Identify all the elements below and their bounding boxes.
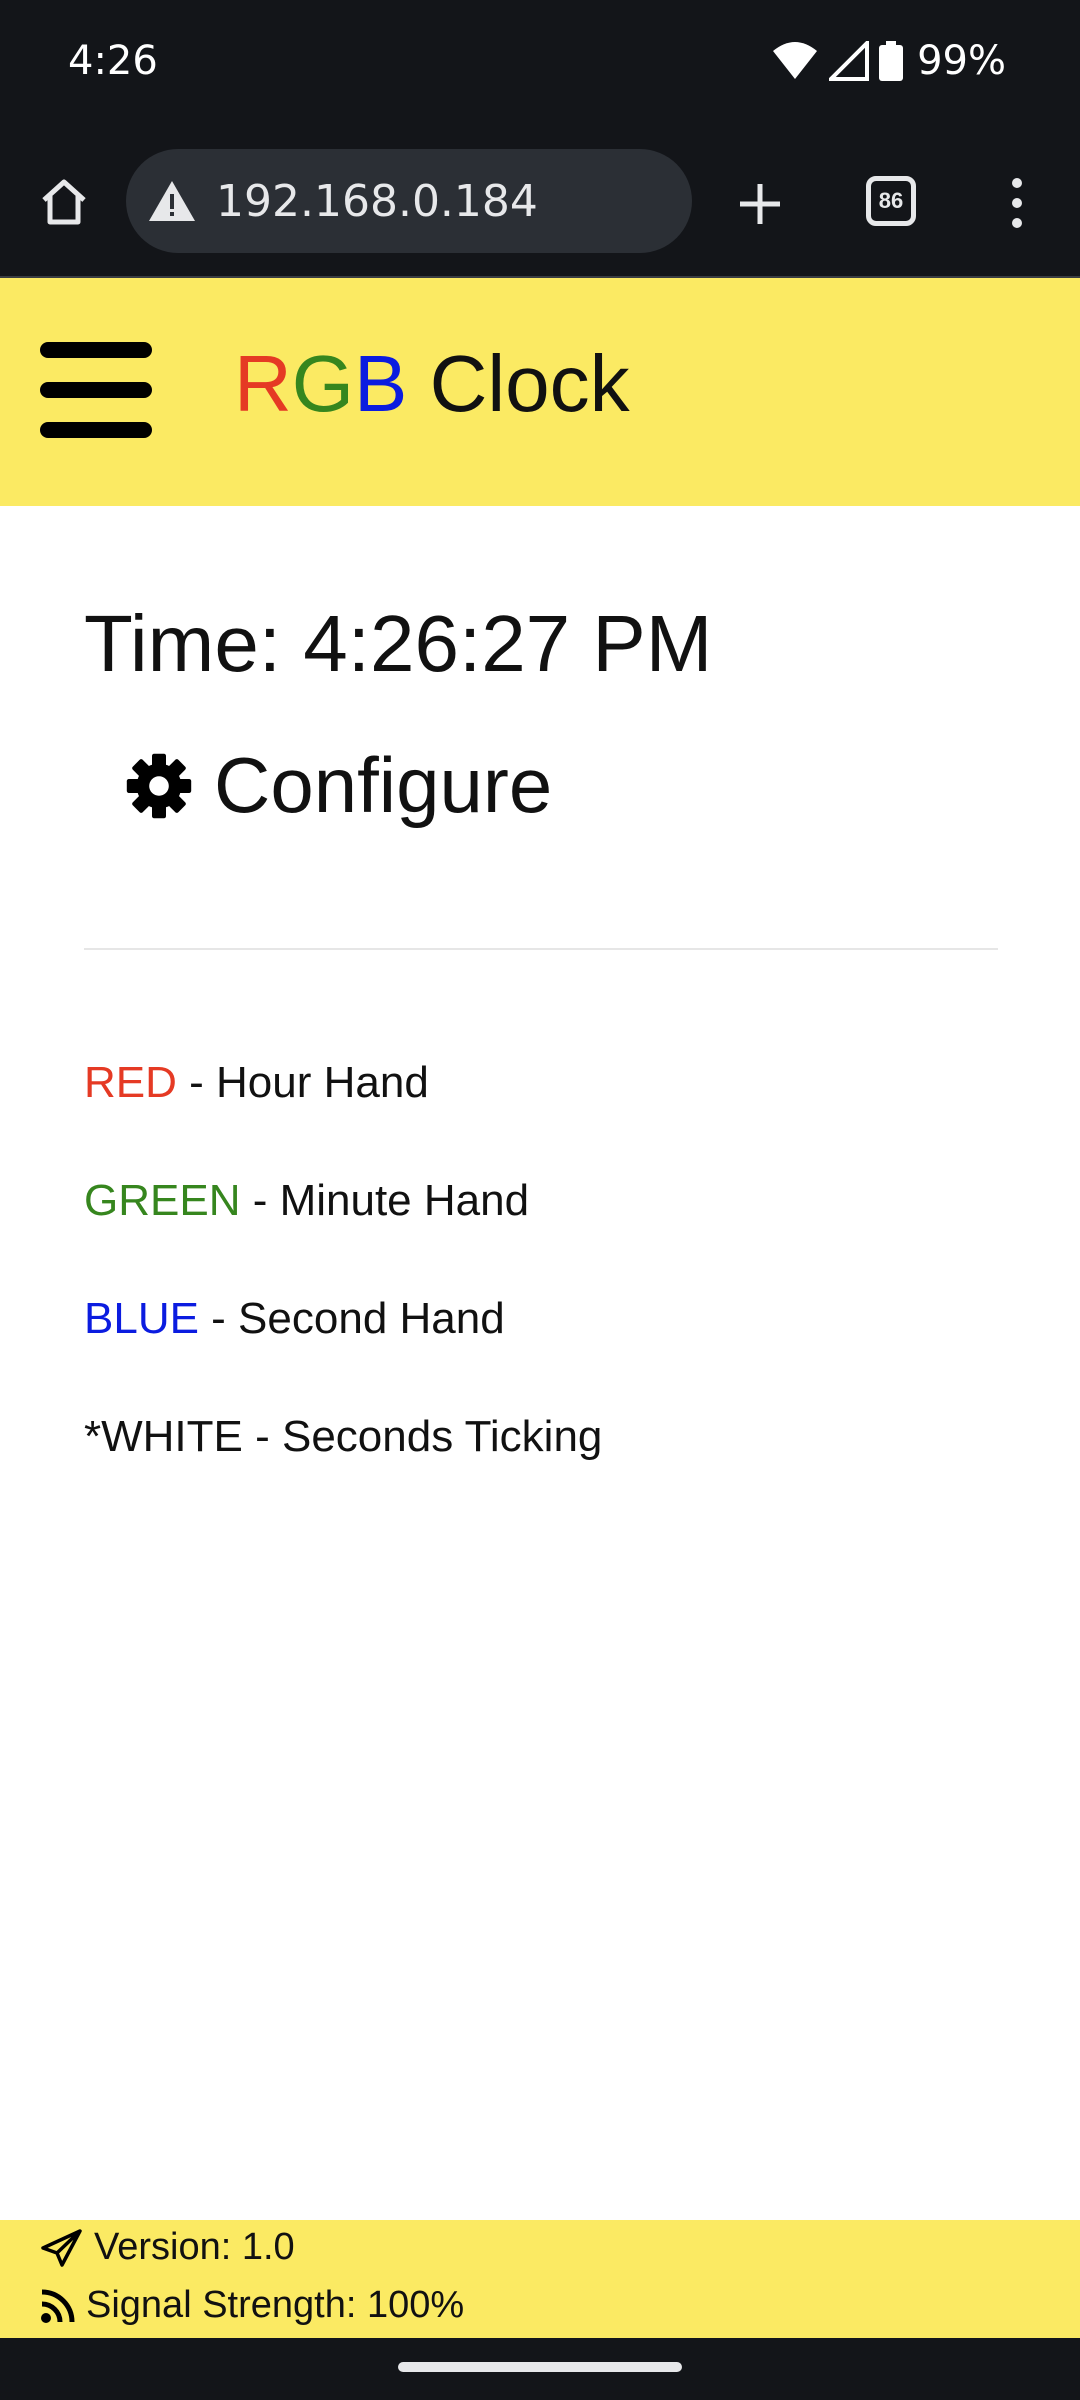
home-button[interactable] — [32, 170, 96, 234]
legend-color-word: RED — [84, 1058, 177, 1107]
url-text: 192.168.0.184 — [216, 175, 538, 227]
home-icon — [42, 179, 86, 225]
battery-icon — [879, 41, 904, 81]
legend-color-word: BLUE — [84, 1294, 199, 1343]
legend-item-green: GREEN - Minute Hand — [84, 1176, 529, 1226]
current-time: Time: 4:26:27 PM — [84, 599, 713, 688]
configure-link[interactable]: Configure — [124, 740, 552, 831]
legend-item-red: RED - Hour Hand — [84, 1058, 429, 1108]
browser-toolbar: 192.168.0.184 86 — [0, 128, 1080, 278]
rss-signal-icon — [41, 2289, 75, 2323]
legend-color-word: GREEN — [84, 1176, 241, 1225]
legend-desc: - Second Hand — [198, 1294, 505, 1343]
site-title: RGB Clock — [234, 336, 630, 432]
hamburger-menu-icon[interactable] — [40, 342, 152, 438]
battery-percent: 99% — [917, 38, 1006, 84]
cell-signal-icon — [829, 41, 870, 81]
brand-letter-g: G — [291, 339, 355, 428]
legend-desc: - Minute Hand — [240, 1176, 530, 1225]
gesture-handle[interactable] — [398, 2362, 682, 2372]
legend-desc: - Seconds Ticking — [242, 1412, 603, 1461]
tabs-button[interactable]: 86 — [866, 176, 916, 226]
signal-row: Signal Strength: 100% — [40, 2284, 464, 2327]
tab-count: 86 — [878, 188, 904, 213]
address-bar[interactable]: 192.168.0.184 — [126, 149, 692, 253]
system-nav-bar — [0, 2338, 1080, 2400]
status-icons: 99% — [771, 38, 1006, 84]
gear-icon — [126, 753, 192, 818]
divider — [84, 948, 998, 950]
paper-plane-icon — [41, 2228, 82, 2267]
signal-text: Signal Strength: 100% — [86, 2284, 465, 2326]
brand-letter-b: B — [354, 339, 408, 428]
brand-word-clock: Clock — [407, 339, 630, 428]
legend-item-white: *WHITE - Seconds Ticking — [84, 1412, 602, 1462]
wifi-icon — [771, 41, 819, 81]
configure-label: Configure — [214, 741, 553, 829]
brand-letter-r: R — [234, 339, 292, 428]
site-header: RGB Clock — [0, 278, 1080, 506]
warning-icon[interactable] — [142, 171, 202, 231]
legend-item-blue: BLUE - Second Hand — [84, 1294, 505, 1344]
site-footer: Version: 1.0 Signal Strength: 100% — [0, 2220, 1080, 2338]
plus-icon — [740, 184, 780, 224]
more-vert-icon[interactable] — [992, 168, 1042, 238]
version-text: Version: 1.0 — [94, 2226, 295, 2268]
legend-desc: - Hour Hand — [176, 1058, 429, 1107]
status-time: 4:26 — [68, 38, 158, 84]
new-tab-button[interactable] — [726, 170, 794, 238]
legend-color-word: *WHITE — [84, 1412, 243, 1461]
version-row: Version: 1.0 — [40, 2226, 295, 2269]
status-bar: 4:26 99% — [0, 0, 1080, 128]
